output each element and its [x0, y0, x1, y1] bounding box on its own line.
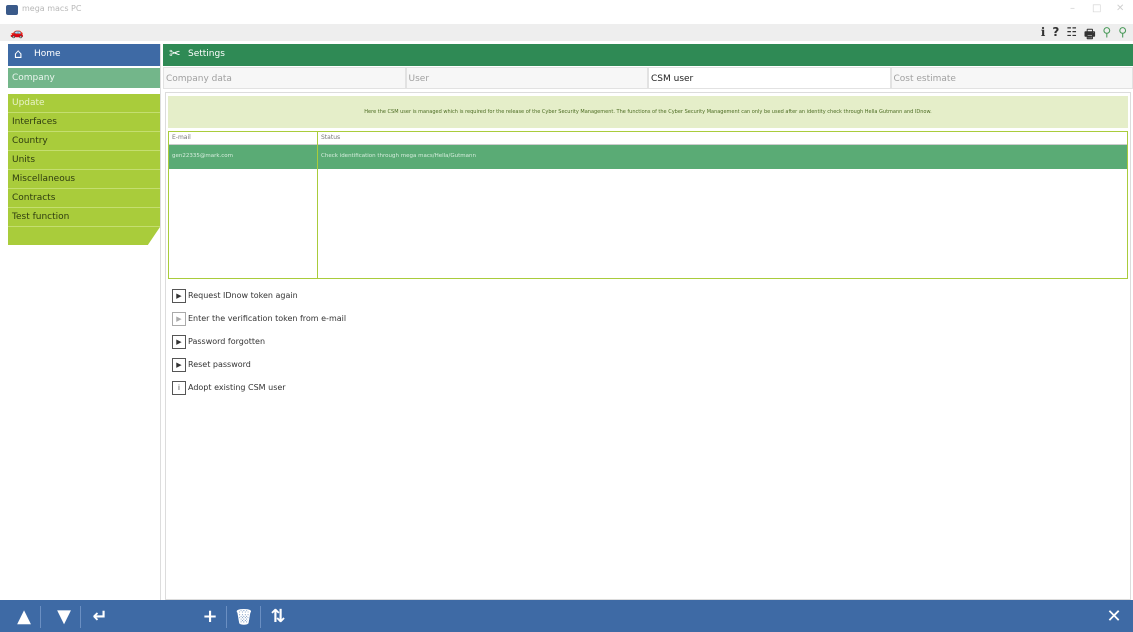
top-toolbar: 🚗 ℹ ? ☷ 🖶 ⚲ ⚲: [0, 24, 1133, 41]
sync-button[interactable]: ⇅: [266, 605, 290, 629]
info-icon[interactable]: i: [172, 381, 186, 395]
window-title: mega macs PC: [22, 4, 82, 13]
sidebar-item-units[interactable]: Units: [8, 151, 160, 170]
home-icon: ⌂: [14, 47, 23, 62]
minimize-button[interactable]: –: [1070, 3, 1075, 14]
window-close-button[interactable]: ✕: [1116, 3, 1124, 14]
action-label: Reset password: [188, 360, 251, 369]
sidebar-item-test-function[interactable]: Test function: [8, 208, 160, 227]
settings-header: ✂ Settings: [163, 44, 1133, 66]
sidebar-item-company[interactable]: Company: [8, 68, 160, 88]
close-button[interactable]: ✕: [1102, 605, 1126, 629]
delete-button[interactable]: 🗑: [232, 605, 256, 629]
tab-csm-user[interactable]: CSM user: [648, 67, 891, 89]
tab-company-data[interactable]: Company data: [163, 67, 406, 89]
tools-icon: ✂: [169, 46, 181, 62]
play-icon[interactable]: ▶: [172, 358, 186, 372]
column-email[interactable]: E-mail: [172, 134, 191, 141]
sidebar-menu-tail: [8, 227, 160, 245]
table-row[interactable]: gen22335@mark.com Check identification t…: [169, 145, 1127, 169]
table-header: E-mail Status: [169, 132, 1127, 145]
home-button[interactable]: ⌂ Home: [8, 44, 160, 66]
column-status[interactable]: Status: [321, 134, 340, 141]
sidebar-menu: Update Interfaces Country Units Miscella…: [8, 94, 160, 245]
car-icon[interactable]: 🚗: [10, 26, 24, 39]
column-divider: [317, 132, 318, 278]
list-icon[interactable]: ☷: [1066, 25, 1077, 46]
sidebar-item-contracts[interactable]: Contracts: [8, 189, 160, 208]
divider: [40, 606, 41, 628]
action-label: Adopt existing CSM user: [188, 383, 286, 392]
divider: [226, 606, 227, 628]
sidebar-item-country[interactable]: Country: [8, 132, 160, 151]
divider: [80, 606, 81, 628]
scroll-down-button[interactable]: ▼: [52, 605, 76, 629]
tab-user[interactable]: User: [405, 67, 648, 89]
scroll-up-button[interactable]: ▲: [12, 605, 36, 629]
action-label: Password forgotten: [188, 337, 266, 346]
sidebar-item-miscellaneous[interactable]: Miscellaneous: [8, 170, 160, 189]
action-label: Request IDnow token again: [188, 291, 298, 300]
connection-status-icon[interactable]: ⚲: [1118, 25, 1127, 46]
sidebar-item-interfaces[interactable]: Interfaces: [8, 113, 160, 132]
sidebar: ⌂ Home Company Update Interfaces Country…: [8, 44, 161, 600]
title-bar: mega macs PC – □ ✕: [0, 0, 1133, 22]
app-logo-icon: [6, 5, 18, 15]
home-label: Home: [34, 49, 61, 59]
play-icon: ▶: [172, 312, 186, 326]
add-button[interactable]: +: [198, 605, 222, 629]
play-icon[interactable]: ▶: [172, 335, 186, 349]
tab-cost-estimate[interactable]: Cost estimate: [890, 67, 1133, 89]
help-icon[interactable]: ?: [1052, 25, 1059, 46]
page-title: Settings: [188, 49, 225, 59]
bottom-bar: ▲ ▼ ↵ + 🗑 ⇅ ✕: [0, 600, 1133, 632]
cell-email: gen22335@mark.com: [172, 153, 234, 159]
tab-bar: Company data User CSM user Cost estimate: [163, 67, 1133, 89]
info-icon[interactable]: ℹ: [1041, 25, 1046, 46]
enter-button[interactable]: ↵: [88, 605, 112, 629]
maximize-button[interactable]: □: [1092, 3, 1101, 14]
csm-user-table: E-mail Status gen22335@mark.com Check id…: [168, 131, 1128, 279]
connection-icon[interactable]: ⚲: [1102, 25, 1111, 46]
divider: [260, 606, 261, 628]
info-banner: Here the CSM user is managed which is re…: [168, 96, 1128, 128]
csm-user-panel: Here the CSM user is managed which is re…: [165, 92, 1131, 600]
play-icon[interactable]: ▶: [172, 289, 186, 303]
cell-status: Check identification through mega macs/H…: [321, 153, 476, 159]
action-label: Enter the verification token from e-mail: [188, 314, 347, 323]
print-icon[interactable]: 🖶: [1084, 25, 1095, 46]
sidebar-item-update[interactable]: Update: [8, 94, 160, 113]
